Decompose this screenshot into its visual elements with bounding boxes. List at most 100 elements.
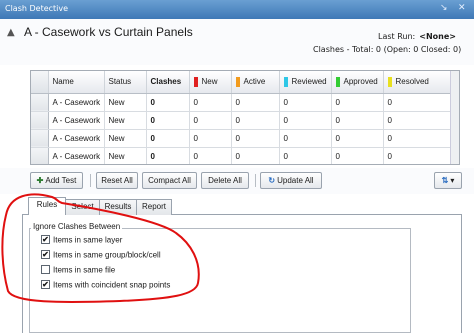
column-active-label: Active (243, 76, 266, 86)
new-color-swatch (193, 76, 198, 87)
checkbox[interactable] (41, 280, 50, 290)
option-same-layer[interactable]: Items in same layer (41, 235, 122, 247)
cell-name: A - Casework (48, 147, 105, 164)
row-selector[interactable] (31, 147, 49, 164)
cell-clashes: 0 (146, 129, 190, 148)
table-row[interactable]: A - Casework New 0 0 0 0 0 0 (31, 111, 451, 130)
checkbox[interactable] (41, 250, 50, 260)
row-selector-header (31, 71, 49, 94)
cell-active: 0 (231, 111, 280, 130)
column-resolved[interactable]: Resolved (383, 71, 451, 94)
test-header: ▲ A - Casework vs Curtain Panels Last Ru… (0, 19, 474, 65)
column-name[interactable]: Name (48, 71, 105, 94)
table-row[interactable]: A - Casework New 0 0 0 0 0 0 (31, 129, 451, 148)
add-icon: ✚ (36, 176, 44, 185)
update-all-button[interactable]: ↻ Update All (260, 172, 322, 189)
dropdown-arrow-icon: ▾ (450, 176, 455, 185)
cell-name: A - Casework (48, 93, 105, 112)
cell-reviewed: 0 (279, 111, 332, 130)
test-toolbar: ✚ Add Test Reset All Compact All Delete A… (0, 168, 474, 194)
cell-active: 0 (231, 129, 280, 148)
option-same-group[interactable]: Items in same group/block/cell (41, 250, 161, 262)
cell-approved: 0 (331, 129, 384, 148)
cell-new: 0 (189, 129, 232, 148)
cell-clashes: 0 (146, 147, 190, 164)
column-active[interactable]: Active (231, 71, 280, 94)
option-same-file[interactable]: Items in same file (41, 265, 115, 277)
ignore-clashes-group: Items in same layer Items in same group/… (29, 228, 411, 333)
option-label: Items in same layer (53, 235, 123, 245)
tab-rules[interactable]: Rules (28, 197, 66, 216)
compact-all-button[interactable]: Compact All (142, 172, 197, 189)
clash-summary: Clashes - Total: 0 (Open: 0 Closed: 0) (313, 45, 462, 54)
cell-active: 0 (231, 147, 280, 164)
cell-clashes: 0 (146, 111, 190, 130)
delete-all-button[interactable]: Delete All (201, 172, 249, 189)
row-selector[interactable] (31, 93, 49, 112)
reset-all-button[interactable]: Reset All (96, 172, 138, 189)
column-approved[interactable]: Approved (331, 71, 384, 94)
cell-resolved: 0 (383, 129, 451, 148)
cell-status: New (104, 111, 147, 130)
cell-reviewed: 0 (279, 147, 332, 164)
row-selector[interactable] (31, 111, 49, 130)
cell-approved: 0 (331, 147, 384, 164)
column-new-label: New (201, 76, 218, 86)
cell-clashes: 0 (146, 93, 190, 112)
column-clashes[interactable]: Clashes (146, 71, 190, 94)
import-export-icon: ⇅ (441, 176, 449, 185)
tab-strip: Rules Select Results Report (22, 197, 462, 216)
add-test-label: Add Test (45, 176, 77, 185)
cell-status: New (104, 129, 147, 148)
test-name: A - Casework vs Curtain Panels (24, 25, 193, 39)
close-icon[interactable]: ✕ (458, 3, 466, 13)
approved-color-swatch (335, 76, 340, 87)
column-reviewed-label: Reviewed (291, 76, 327, 86)
tab-select[interactable]: Select (65, 199, 100, 215)
tab-results[interactable]: Results (99, 199, 137, 215)
cell-resolved: 0 (383, 93, 451, 112)
cell-status: New (104, 147, 147, 164)
row-selector[interactable] (31, 129, 49, 148)
checkbox[interactable] (41, 265, 50, 275)
cell-reviewed: 0 (279, 129, 332, 148)
cell-active: 0 (231, 93, 280, 112)
cell-reviewed: 0 (279, 93, 332, 112)
column-approved-label: Approved (343, 76, 378, 86)
cell-name: A - Casework (48, 111, 105, 130)
tab-report[interactable]: Report (136, 199, 172, 215)
import-export-button[interactable]: ⇅ ▾ (434, 172, 462, 189)
group-title: Ignore Clashes Between (31, 222, 123, 231)
pin-icon[interactable]: ↘ (440, 3, 448, 13)
option-snap-points[interactable]: Items with coincident snap points (41, 280, 170, 292)
cell-new: 0 (189, 111, 232, 130)
column-new[interactable]: New (189, 71, 232, 94)
tests-grid[interactable]: Name Status Clashes New Active Reviewed … (30, 70, 460, 165)
reset-all-label: Reset All (101, 176, 133, 185)
update-all-label: Update All (277, 176, 314, 185)
cell-approved: 0 (331, 111, 384, 130)
cell-new: 0 (189, 93, 232, 112)
column-reviewed[interactable]: Reviewed (279, 71, 332, 94)
cell-status: New (104, 93, 147, 112)
vertical-scrollbar[interactable] (450, 71, 459, 164)
last-run-value: <None> (419, 32, 456, 41)
compact-all-label: Compact All (148, 176, 191, 185)
rules-panel: Items in same layer Items in same group/… (22, 215, 462, 333)
active-color-swatch (235, 76, 240, 87)
table-row[interactable]: A - Casework New 0 0 0 0 0 0 (31, 147, 451, 164)
add-test-button[interactable]: ✚ Add Test (30, 172, 83, 189)
option-label: Items in same file (53, 265, 116, 275)
table-row[interactable]: A - Casework New 0 0 0 0 0 0 (31, 93, 451, 112)
cell-name: A - Casework (48, 129, 105, 148)
column-resolved-label: Resolved (395, 76, 429, 86)
toolbar-separator (255, 174, 256, 187)
cell-resolved: 0 (383, 147, 451, 164)
column-status[interactable]: Status (104, 71, 147, 94)
last-run-label: Last Run: (378, 32, 416, 41)
checkbox[interactable] (41, 235, 50, 245)
collapse-icon[interactable]: ▲ (7, 27, 15, 38)
cell-resolved: 0 (383, 111, 451, 130)
resolved-color-swatch (387, 76, 392, 87)
window-title: Clash Detective (5, 4, 69, 13)
